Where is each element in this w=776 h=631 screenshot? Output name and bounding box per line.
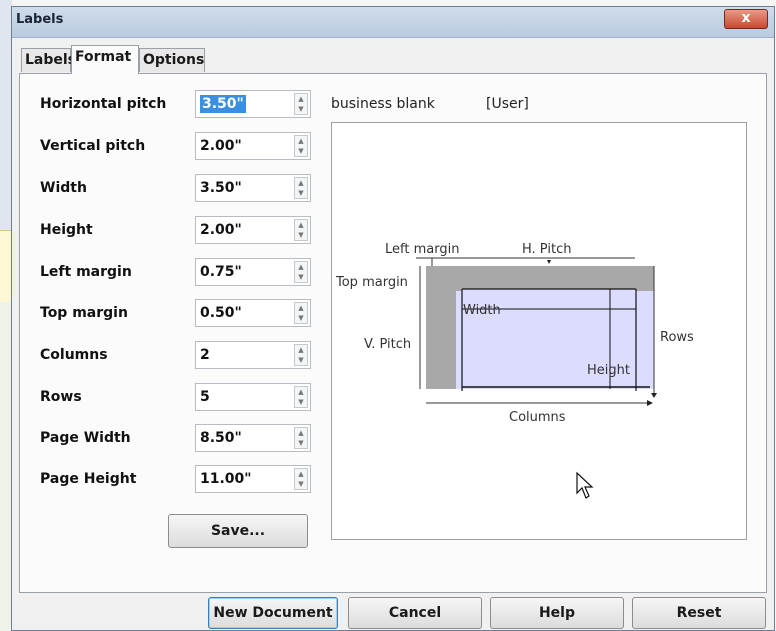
label-diagram: Left margin H. Pitch Top margin Width V.… [335, 242, 694, 425]
spin-down-icon[interactable]: ▼ [295, 188, 307, 198]
spin-down-icon[interactable]: ▼ [295, 146, 307, 156]
format-name: business blank [331, 96, 435, 112]
spin-up-icon[interactable]: ▲ [295, 387, 307, 397]
spin-up-icon[interactable]: ▲ [295, 136, 307, 146]
v-pitch-text: V. Pitch [364, 337, 411, 352]
spin-down-icon[interactable]: ▼ [295, 479, 307, 489]
new-document-button[interactable]: New Document [208, 597, 338, 629]
columns-text: Columns [509, 410, 566, 425]
left-margin-text: Left margin [385, 242, 459, 257]
spin-down-icon[interactable]: ▼ [295, 355, 307, 365]
h-pitch-arrow [547, 260, 551, 264]
spin-up-icon[interactable]: ▲ [295, 262, 307, 272]
spin-down-icon[interactable]: ▼ [295, 313, 307, 323]
width-text: Width [463, 303, 501, 318]
vertical-pitch-spinner: ▲ ▼ [294, 135, 308, 157]
left-margin-field[interactable]: 0.75" ▲ ▼ [195, 258, 311, 286]
horizontal-pitch-spinner: ▲ ▼ [294, 93, 308, 115]
top-margin-spinner: ▲ ▼ [294, 302, 308, 324]
height-input[interactable]: 2.00" [196, 217, 286, 243]
page-height-field[interactable]: 11.00" ▲ ▼ [195, 465, 311, 493]
horizontal-pitch-field[interactable]: 3.50" ▲ ▼ [195, 90, 311, 118]
tab-options[interactable]: Options [139, 48, 205, 72]
tab-format[interactable]: Format [71, 45, 139, 74]
spin-up-icon[interactable]: ▲ [295, 303, 307, 313]
rows-input[interactable]: 5 [196, 384, 286, 410]
page-height-spinner: ▲ ▼ [294, 468, 308, 490]
rows-arrow [651, 393, 657, 398]
spin-up-icon[interactable]: ▲ [295, 428, 307, 438]
close-button[interactable]: x [724, 9, 768, 29]
spin-down-icon[interactable]: ▼ [295, 104, 307, 114]
h-pitch-text: H. Pitch [522, 242, 571, 257]
rows-text: Rows [660, 330, 694, 345]
columns-spinner: ▲ ▼ [294, 344, 308, 366]
left-margin-input[interactable]: 0.75" [196, 259, 286, 285]
columns-arrow [647, 400, 653, 406]
vertical-pitch-input[interactable]: 2.00" [196, 133, 286, 159]
window-title: Labels [16, 12, 64, 27]
width-field[interactable]: 3.50" ▲ ▼ [195, 174, 311, 202]
vertical-pitch-field[interactable]: 2.00" ▲ ▼ [195, 132, 311, 160]
columns-field[interactable]: 2 ▲ ▼ [195, 341, 311, 369]
spin-down-icon[interactable]: ▼ [295, 230, 307, 240]
format-type: [User] [486, 96, 529, 112]
page-width-label: Page Width [40, 430, 131, 446]
width-label: Width [40, 180, 87, 196]
vertical-pitch-label: Vertical pitch [40, 138, 146, 154]
format-panel: Horizontal pitch 3.50" ▲ ▼ Vertical pitc… [19, 73, 767, 593]
spin-down-icon[interactable]: ▼ [295, 272, 307, 282]
save-button[interactable]: Save... [168, 514, 308, 548]
page-width-field[interactable]: 8.50" ▲ ▼ [195, 424, 311, 452]
height-field[interactable]: 2.00" ▲ ▼ [195, 216, 311, 244]
labels-dialog: Labels x Labels Format Options Horizonta… [11, 6, 775, 631]
tab-labels[interactable]: Labels [21, 48, 76, 72]
spin-up-icon[interactable]: ▲ [295, 220, 307, 230]
left-margin-area [426, 266, 456, 389]
width-input[interactable]: 3.50" [196, 175, 286, 201]
page-height-input[interactable]: 11.00" [196, 466, 286, 492]
label-preview: Left margin H. Pitch Top margin Width V.… [331, 122, 747, 540]
rows-field[interactable]: 5 ▲ ▼ [195, 383, 311, 411]
top-margin-field[interactable]: 0.50" ▲ ▼ [195, 299, 311, 327]
top-margin-area [426, 266, 654, 291]
close-icon: x [741, 10, 751, 26]
reset-button[interactable]: Reset [632, 597, 766, 629]
columns-input[interactable]: 2 [196, 342, 286, 368]
spin-up-icon[interactable]: ▲ [295, 345, 307, 355]
columns-label: Columns [40, 347, 108, 363]
top-margin-text: Top margin [335, 275, 408, 290]
help-button[interactable]: Help [490, 597, 624, 629]
left-margin-label: Left margin [40, 264, 132, 280]
left-margin-spinner: ▲ ▼ [294, 261, 308, 283]
horizontal-pitch-input[interactable]: 3.50" [196, 91, 286, 117]
rows-label: Rows [40, 389, 82, 405]
page-width-spinner: ▲ ▼ [294, 427, 308, 449]
spin-up-icon[interactable]: ▲ [295, 469, 307, 479]
spin-up-icon[interactable]: ▲ [295, 178, 307, 188]
width-spinner: ▲ ▼ [294, 177, 308, 199]
page-height-label: Page Height [40, 471, 137, 487]
horizontal-pitch-label: Horizontal pitch [40, 96, 167, 112]
title-bar: Labels x [12, 7, 774, 38]
cancel-button[interactable]: Cancel [348, 597, 482, 629]
top-margin-input[interactable]: 0.50" [196, 300, 286, 326]
spin-up-icon[interactable]: ▲ [295, 94, 307, 104]
spin-down-icon[interactable]: ▼ [295, 438, 307, 448]
height-text: Height [587, 363, 630, 378]
mouse-pointer-icon [575, 471, 599, 507]
height-label: Height [40, 222, 93, 238]
page-width-input[interactable]: 8.50" [196, 425, 286, 451]
top-margin-label: Top margin [40, 305, 128, 321]
height-spinner: ▲ ▼ [294, 219, 308, 241]
rows-spinner: ▲ ▼ [294, 386, 308, 408]
spin-down-icon[interactable]: ▼ [295, 397, 307, 407]
